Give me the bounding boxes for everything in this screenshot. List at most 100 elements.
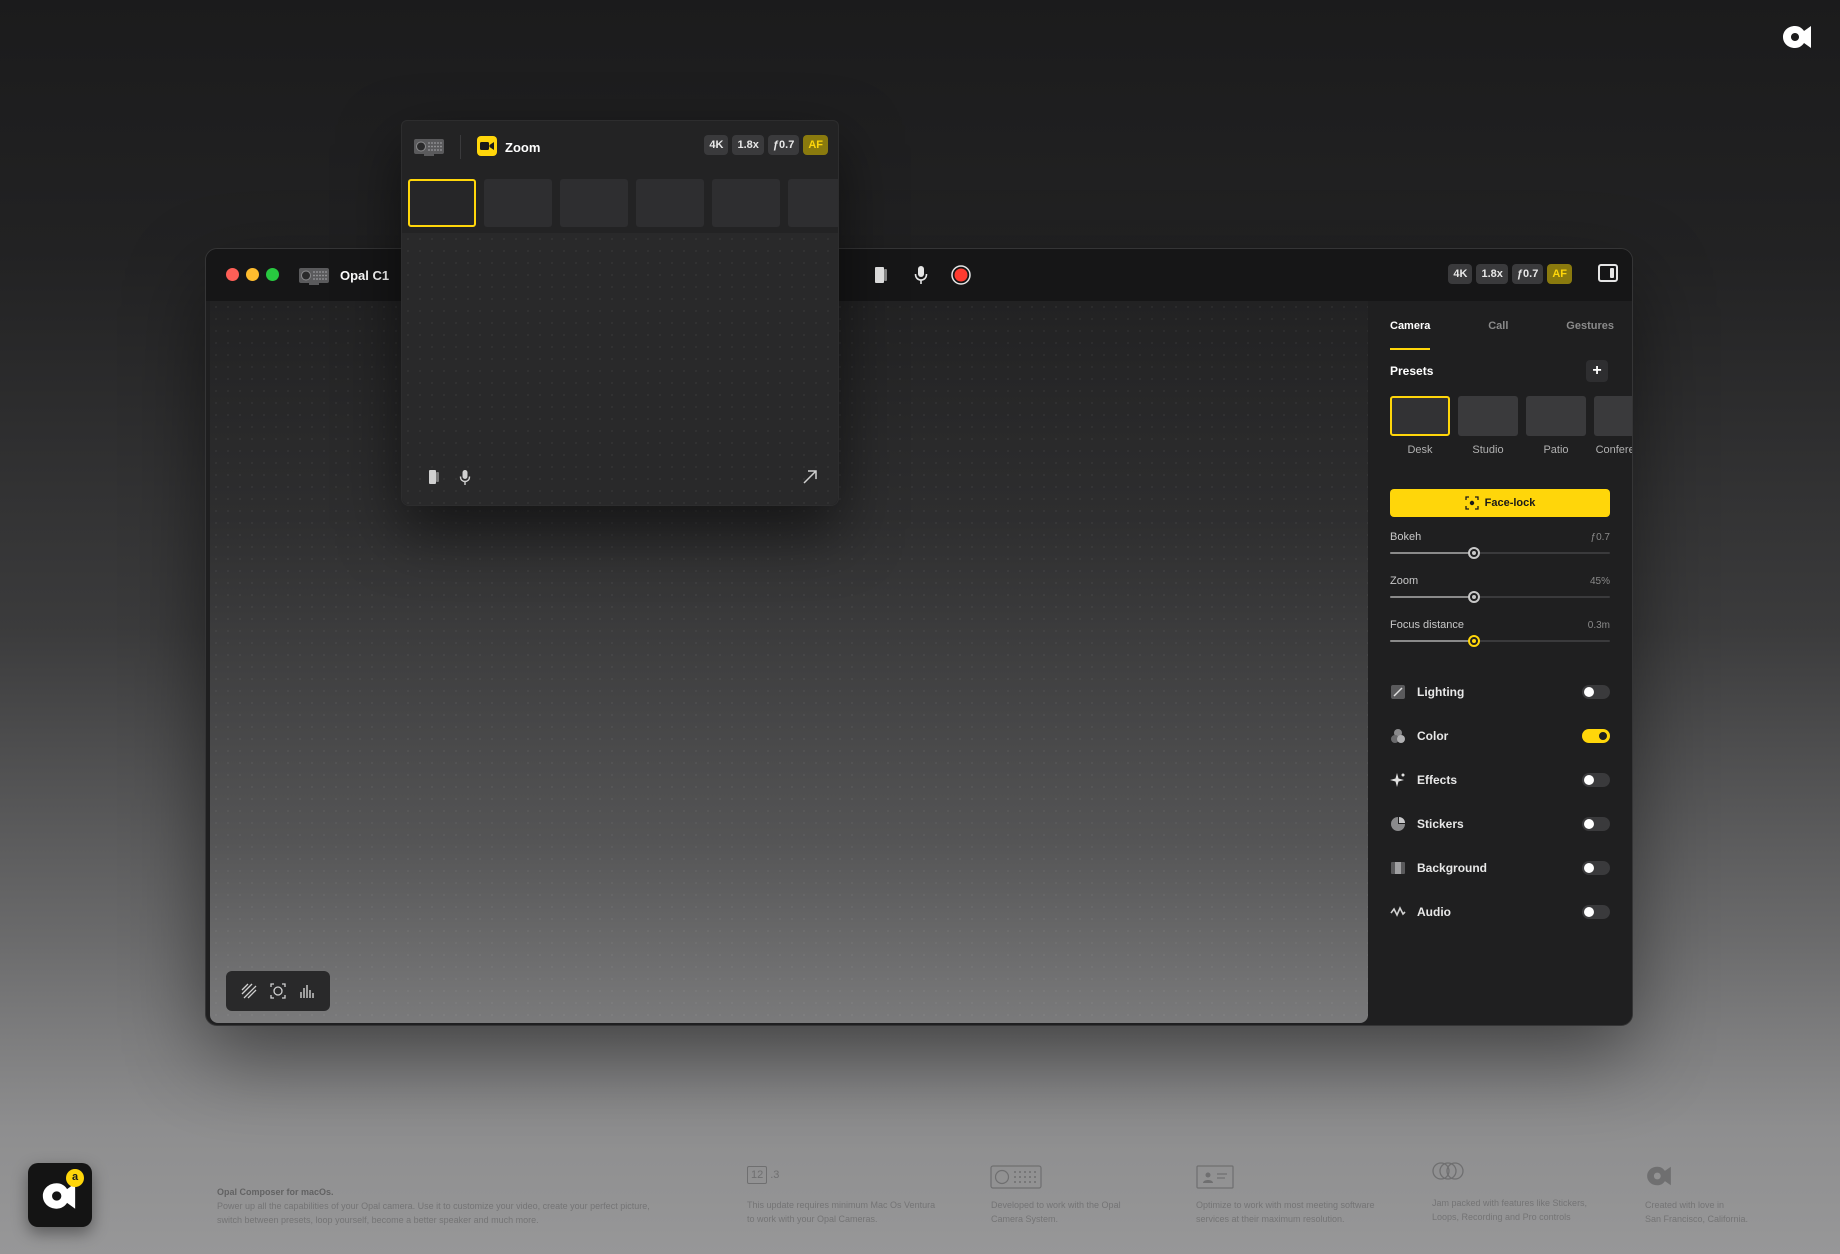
- footer-text: Loops, Recording and Pro controls: [1432, 1212, 1571, 1222]
- popup-preset-thumb[interactable]: [636, 179, 704, 227]
- preset-thumbnail: [1458, 396, 1518, 436]
- toggle-label: Background: [1417, 861, 1488, 875]
- microphone-button[interactable]: [909, 263, 933, 287]
- preset-name: Patio: [1543, 444, 1569, 456]
- popup-header: Zoom 4K 1.8x ƒ0.7 AF: [402, 121, 838, 173]
- grid-overlay-icon[interactable]: [241, 983, 257, 999]
- resolution-badge: 4K: [704, 135, 729, 155]
- preset-desk[interactable]: Desk: [1390, 396, 1450, 456]
- slider-fill: [1390, 640, 1474, 642]
- footer-credits: Created with love in San Francisco, Cali…: [1645, 1198, 1795, 1226]
- mini-preview-popup: Zoom 4K 1.8x ƒ0.7 AF: [401, 120, 839, 506]
- slider-thumb[interactable]: [1467, 591, 1480, 603]
- footer-text: Jam packed with features like Stickers,: [1432, 1198, 1588, 1208]
- footer-text: Developed to work with the Opal: [991, 1200, 1121, 1210]
- popup-title: Zoom: [505, 140, 541, 155]
- preset-studio[interactable]: Studio: [1458, 396, 1518, 456]
- zoom-badge: 1.8x: [1476, 264, 1508, 284]
- tab-camera[interactable]: Camera: [1390, 314, 1431, 350]
- popup-preset-strip: [408, 179, 838, 227]
- slider-track[interactable]: [1390, 591, 1610, 603]
- face-focus-icon[interactable]: [270, 983, 286, 999]
- slider-thumb[interactable]: [1467, 547, 1480, 559]
- camera-device-icon: [299, 268, 329, 285]
- slider-fill: [1390, 596, 1474, 598]
- slider-track[interactable]: [1390, 635, 1610, 647]
- audio-icon: [1390, 904, 1406, 920]
- autofocus-badge: AF: [1547, 264, 1572, 284]
- slider-label: Focus distance: [1390, 619, 1464, 631]
- expand-button[interactable]: [794, 461, 826, 493]
- footer-intro-line: Power up all the capabilities of your Op…: [217, 1201, 650, 1211]
- expand-arrow-icon: [803, 470, 817, 484]
- effects-switch[interactable]: [1582, 773, 1610, 787]
- color-toggle-row: Color: [1390, 726, 1610, 746]
- minimize-window-button[interactable]: [246, 268, 259, 281]
- camera-system-icon: [990, 1165, 1042, 1189]
- aperture-badge: ƒ0.7: [767, 135, 800, 155]
- footer-intro: Opal Composer for macOs. Power up all th…: [217, 1185, 697, 1227]
- audio-toggle-row: Audio: [1390, 902, 1610, 922]
- histogram-icon[interactable]: [299, 983, 315, 999]
- background-icon: [1390, 860, 1406, 876]
- popup-microphone-button[interactable]: [455, 467, 475, 487]
- autofocus-badge: AF: [803, 135, 828, 155]
- preset-thumbnail: [1526, 396, 1586, 436]
- preset-name: Conference: [1595, 444, 1632, 456]
- version-badge: 12.3: [747, 1166, 779, 1184]
- slider-value: ƒ0.7: [1590, 532, 1610, 543]
- sidebar-toggle-icon[interactable]: [1598, 264, 1618, 282]
- audio-switch[interactable]: [1582, 905, 1610, 919]
- stickers-switch[interactable]: [1582, 817, 1610, 831]
- maximize-window-button[interactable]: [266, 268, 279, 281]
- popup-preset-thumb[interactable]: [712, 179, 780, 227]
- footer-text: This update requires minimum Mac Os Vent…: [747, 1200, 936, 1210]
- background-toggle-row: Background: [1390, 858, 1610, 878]
- footer-text: to work with your Opal Cameras.: [747, 1214, 878, 1224]
- add-preset-button[interactable]: +: [1586, 360, 1608, 382]
- record-button[interactable]: [949, 263, 973, 287]
- phone-icon: [875, 267, 887, 283]
- close-window-button[interactable]: [226, 268, 239, 281]
- popup-preview: [402, 233, 838, 505]
- zoom-slider: Zoom 45%: [1390, 575, 1610, 611]
- popup-phone-button[interactable]: [424, 467, 444, 487]
- toggle-label: Stickers: [1417, 817, 1464, 831]
- slider-value: 45%: [1589, 576, 1610, 587]
- footer-requirements: This update requires minimum Mac Os Vent…: [747, 1198, 957, 1226]
- color-icon: [1390, 728, 1406, 744]
- popup-preset-thumb[interactable]: [408, 179, 476, 227]
- footer-intro-title: Opal Composer for macOs.: [217, 1187, 334, 1197]
- preset-conference[interactable]: Conference: [1594, 396, 1632, 456]
- phone-icon: [429, 470, 439, 484]
- opal-composer-app-icon: a: [28, 1163, 92, 1227]
- slider-thumb[interactable]: [1467, 635, 1480, 647]
- popup-preset-thumb[interactable]: [560, 179, 628, 227]
- footer-meeting-software: Optimize to work with most meeting softw…: [1196, 1198, 1406, 1226]
- preset-list: Desk Studio Patio Conference: [1390, 396, 1632, 456]
- sidebar-tabs: Camera Call Gestures: [1390, 314, 1614, 350]
- slider-track[interactable]: [1390, 547, 1610, 559]
- version-major: 12: [747, 1166, 768, 1184]
- face-lock-button[interactable]: Face-lock: [1390, 489, 1610, 517]
- meeting-software-icon: [1196, 1165, 1234, 1189]
- microphone-icon: [914, 266, 928, 284]
- background-switch[interactable]: [1582, 861, 1610, 875]
- camera-status-badges: 4K 1.8x ƒ0.7 AF: [1448, 264, 1572, 284]
- tab-gestures[interactable]: Gestures: [1566, 314, 1614, 344]
- tab-call[interactable]: Call: [1488, 314, 1508, 344]
- effects-toggle-row: Effects: [1390, 770, 1610, 790]
- phone-button[interactable]: [869, 263, 893, 287]
- popup-preset-thumb[interactable]: [788, 179, 838, 227]
- lighting-switch[interactable]: [1582, 685, 1610, 699]
- record-icon: [951, 265, 971, 285]
- popup-preset-thumb[interactable]: [484, 179, 552, 227]
- color-switch[interactable]: [1582, 729, 1610, 743]
- microphone-icon: [459, 469, 471, 485]
- preset-patio[interactable]: Patio: [1526, 396, 1586, 456]
- footer-text: Created with love in: [1645, 1200, 1725, 1210]
- effects-icon: [1390, 772, 1406, 788]
- footer-text: San Francisco, California.: [1645, 1214, 1749, 1224]
- version-minor: .3: [770, 1169, 780, 1181]
- presets-heading: Presets: [1390, 364, 1434, 378]
